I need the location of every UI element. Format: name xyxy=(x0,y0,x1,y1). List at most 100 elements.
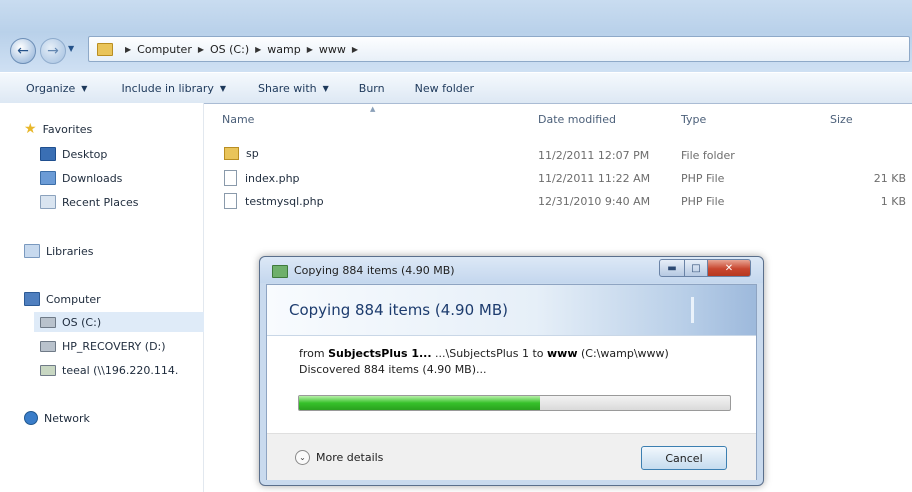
downloads-icon xyxy=(40,171,56,185)
copy-progress-dialog: Copying 884 items (4.90 MB) ▬ □ ✕ Copyin… xyxy=(259,256,764,486)
forward-arrow-icon: → xyxy=(47,43,59,59)
sidebar-item-os-c[interactable]: OS (C:) xyxy=(34,312,204,332)
chevron-down-icon: ▼ xyxy=(81,83,88,93)
sidebar-item-favorites[interactable]: ★ Favorites xyxy=(24,119,92,139)
source-path: ...\SubjectsPlus 1 to xyxy=(431,347,547,360)
back-button[interactable]: ← xyxy=(10,38,36,64)
navigation-pane: ★ Favorites Desktop Downloads Recent Pla… xyxy=(0,103,204,492)
back-arrow-icon: ← xyxy=(17,43,29,59)
sidebar-item-network[interactable]: Network xyxy=(24,408,90,428)
file-date: 11/2/2011 11:22 AM xyxy=(538,172,651,185)
address-bar-area: ← → ▼ ▶ Computer ▶ OS (C:) ▶ wamp ▶ www ▶ xyxy=(0,0,912,72)
maximize-icon: □ xyxy=(691,262,701,274)
sidebar-label: teeal (\\196.220.114. xyxy=(62,363,179,377)
sidebar-item-hp-recovery[interactable]: HP_RECOVERY (D:) xyxy=(40,336,166,356)
dialog-heading: Copying 884 items (4.90 MB) xyxy=(289,301,508,319)
sidebar-item-desktop[interactable]: Desktop xyxy=(40,144,107,164)
file-type: PHP File xyxy=(681,195,725,208)
breadcrumb[interactable]: ▶ Computer ▶ OS (C:) ▶ wamp ▶ www ▶ xyxy=(88,36,910,62)
sidebar-label: Downloads xyxy=(62,171,123,185)
progress-fill xyxy=(299,396,541,410)
recent-places-icon xyxy=(40,195,56,209)
breadcrumb-www[interactable]: www ▶ xyxy=(319,43,364,56)
organize-button[interactable]: Organize ▼ xyxy=(26,82,87,95)
sidebar-label: Libraries xyxy=(46,244,94,258)
column-header-type[interactable]: Type xyxy=(681,113,706,131)
chevron-down-icon: ▼ xyxy=(322,83,329,93)
minimize-button[interactable]: ▬ xyxy=(659,259,685,277)
drive-icon xyxy=(40,340,56,352)
computer-icon xyxy=(24,292,40,306)
sidebar-item-recent-places[interactable]: Recent Places xyxy=(40,192,139,212)
breadcrumb-wamp[interactable]: wamp ▶ xyxy=(267,43,319,56)
status-text: Discovered 884 items (4.90 MB)... xyxy=(299,363,487,376)
column-header-size[interactable]: Size xyxy=(830,113,853,131)
network-drive-icon xyxy=(40,364,56,376)
more-details-label: More details xyxy=(316,451,384,464)
file-name: testmysql.php xyxy=(245,194,324,208)
libraries-icon xyxy=(24,244,40,258)
breadcrumb-separator[interactable]: ▶ xyxy=(119,45,137,54)
recent-pages-dropdown-icon[interactable]: ▼ xyxy=(68,44,74,53)
sidebar-label: Desktop xyxy=(62,147,108,161)
close-icon: ✕ xyxy=(724,262,734,274)
header-decoration xyxy=(691,297,694,323)
sidebar-label: HP_RECOVERY (D:) xyxy=(62,339,166,353)
column-header-date-modified[interactable]: Date modified xyxy=(538,113,616,131)
share-with-button[interactable]: Share with ▼ xyxy=(258,82,329,95)
source-link[interactable]: SubjectsPlus 1... xyxy=(328,347,431,360)
dialog-footer: ⌄ More details Cancel xyxy=(267,433,756,480)
copy-icon xyxy=(272,265,288,278)
sidebar-label: Favorites xyxy=(42,122,93,136)
dialog-title: Copying 884 items (4.90 MB) xyxy=(294,264,455,277)
forward-button[interactable]: → xyxy=(40,38,66,64)
sidebar-label: Network xyxy=(44,411,90,425)
sidebar-label: Recent Places xyxy=(62,195,139,209)
burn-button[interactable]: Burn xyxy=(359,82,385,95)
command-bar: Organize ▼ Include in library ▼ Share with… xyxy=(0,72,912,104)
file-date: 11/2/2011 12:07 PM xyxy=(538,149,650,162)
file-name: sp xyxy=(246,147,259,160)
dialog-header: Copying 884 items (4.90 MB) xyxy=(267,285,756,336)
column-header-name[interactable]: Name xyxy=(222,113,254,131)
chevron-down-icon: ▼ xyxy=(219,83,227,93)
desktop-icon xyxy=(40,147,56,161)
folder-icon xyxy=(97,42,113,56)
network-icon xyxy=(24,411,38,425)
table-row[interactable]: sp 11/2/2011 12:07 PM File folder xyxy=(204,145,912,167)
dialog-titlebar[interactable]: Copying 884 items (4.90 MB) ▬ □ ✕ xyxy=(260,257,763,283)
sort-ascending-icon: ▲ xyxy=(370,105,376,113)
cancel-button[interactable]: Cancel xyxy=(641,446,727,470)
folder-icon xyxy=(224,147,239,160)
table-row[interactable]: testmysql.php 12/31/2010 9:40 AM PHP Fil… xyxy=(204,191,912,213)
table-row[interactable]: index.php 11/2/2011 11:22 AM PHP File 21… xyxy=(204,168,912,190)
star-icon: ★ xyxy=(24,121,37,137)
sidebar-item-libraries[interactable]: Libraries xyxy=(24,241,94,261)
file-size: 21 KB xyxy=(873,172,906,185)
sidebar-label: OS (C:) xyxy=(62,315,102,329)
sidebar-label: Computer xyxy=(46,292,101,306)
php-file-icon xyxy=(224,193,237,209)
dialog-body: Copying 884 items (4.90 MB) from Subject… xyxy=(266,284,757,480)
sidebar-item-network-drive[interactable]: teeal (\\196.220.114. xyxy=(40,360,178,380)
close-button[interactable]: ✕ xyxy=(708,259,751,277)
more-details-toggle[interactable]: ⌄ More details xyxy=(295,450,383,465)
php-file-icon xyxy=(224,170,237,186)
include-in-library-button[interactable]: Include in library ▼ xyxy=(121,82,226,95)
destination-link[interactable]: www xyxy=(547,347,578,360)
file-name: index.php xyxy=(245,171,300,185)
maximize-button[interactable]: □ xyxy=(685,259,708,277)
sidebar-item-computer[interactable]: Computer xyxy=(24,289,101,309)
file-type: PHP File xyxy=(681,172,725,185)
breadcrumb-os-c[interactable]: OS (C:) ▶ xyxy=(210,43,267,56)
from-prefix: from xyxy=(299,347,329,360)
file-size: 1 KB xyxy=(880,195,906,208)
breadcrumb-computer[interactable]: Computer ▶ xyxy=(137,43,210,56)
copy-source-line: from SubjectsPlus 1... ...\SubjectsPlus … xyxy=(299,347,669,360)
drive-icon xyxy=(40,316,56,328)
file-type: File folder xyxy=(681,149,735,162)
minimize-icon: ▬ xyxy=(667,262,677,274)
chevron-down-icon: ⌄ xyxy=(295,450,310,465)
new-folder-button[interactable]: New folder xyxy=(415,82,474,95)
sidebar-item-downloads[interactable]: Downloads xyxy=(40,168,122,188)
